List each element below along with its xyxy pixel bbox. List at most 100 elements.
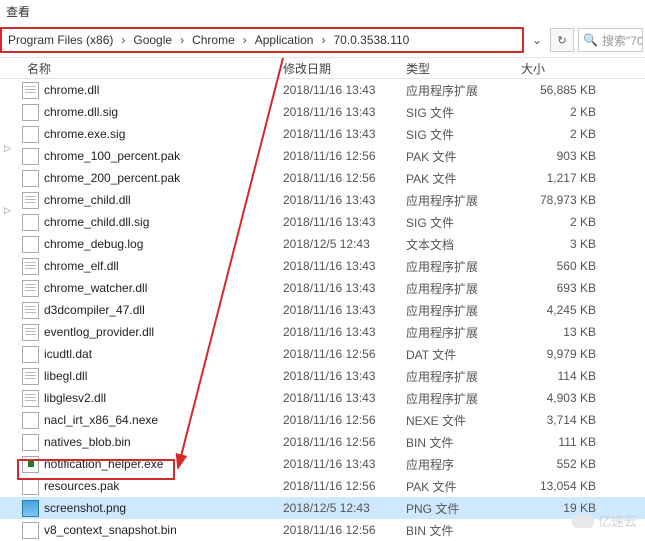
- file-icon: [22, 214, 39, 231]
- file-size: 4,903 KB: [521, 391, 596, 405]
- nexe-icon: [22, 412, 39, 429]
- search-icon: 🔍: [583, 33, 598, 47]
- file-type: BIN 文件: [406, 434, 521, 451]
- file-date: 2018/11/16 13:43: [283, 105, 406, 119]
- chevron-right-icon: ›: [119, 33, 127, 47]
- chevron-right-icon: ›: [319, 33, 327, 47]
- breadcrumb-item[interactable]: 70.0.3538.110: [327, 33, 415, 47]
- file-icon: [22, 170, 39, 187]
- breadcrumb-item[interactable]: Google: [127, 33, 178, 47]
- file-size: 903 KB: [521, 149, 596, 163]
- file-size: 693 KB: [521, 281, 596, 295]
- column-date[interactable]: 修改日期: [283, 60, 406, 77]
- file-list: ▷ ▷ chrome.dll2018/11/16 13:43应用程序扩展56,8…: [0, 79, 645, 541]
- file-row[interactable]: v8_context_snapshot.bin2018/11/16 12:56B…: [0, 519, 645, 541]
- chevron-right-icon: ›: [241, 33, 249, 47]
- column-type[interactable]: 类型: [406, 60, 521, 77]
- file-row[interactable]: screenshot.png2018/12/5 12:43PNG 文件19 KB: [0, 497, 645, 519]
- file-date: 2018/12/5 12:43: [283, 501, 406, 515]
- dll-icon: [22, 324, 39, 341]
- file-size: 3 KB: [521, 237, 596, 251]
- file-row[interactable]: chrome_100_percent.pak2018/11/16 12:56PA…: [0, 145, 645, 167]
- refresh-button[interactable]: ↻: [550, 28, 574, 52]
- dll-icon: [22, 82, 39, 99]
- file-type: SIG 文件: [406, 126, 521, 143]
- file-row[interactable]: chrome_child.dll.sig2018/11/16 13:43SIG …: [0, 211, 645, 233]
- file-row[interactable]: icudtl.dat2018/11/16 12:56DAT 文件9,979 KB: [0, 343, 645, 365]
- file-row[interactable]: chrome.dll.sig2018/11/16 13:43SIG 文件2 KB: [0, 101, 645, 123]
- chevron-right-icon: ›: [178, 33, 186, 47]
- file-date: 2018/11/16 12:56: [283, 413, 406, 427]
- breadcrumb-item[interactable]: Chrome: [186, 33, 241, 47]
- file-date: 2018/11/16 13:43: [283, 127, 406, 141]
- file-row[interactable]: eventlog_provider.dll2018/11/16 13:43应用程…: [0, 321, 645, 343]
- file-row[interactable]: notification_helper.exe2018/11/16 13:43应…: [0, 453, 645, 475]
- file-row[interactable]: chrome_watcher.dll2018/11/16 13:43应用程序扩展…: [0, 277, 645, 299]
- address-bar-row: Program Files (x86)›Google›Chrome›Applic…: [0, 23, 645, 57]
- file-date: 2018/11/16 12:56: [283, 149, 406, 163]
- file-date: 2018/11/16 12:56: [283, 347, 406, 361]
- file-type: 应用程序扩展: [406, 390, 521, 407]
- file-date: 2018/11/16 13:43: [283, 369, 406, 383]
- file-name: libglesv2.dll: [44, 391, 283, 405]
- file-size: 552 KB: [521, 457, 596, 471]
- dll-icon: [22, 280, 39, 297]
- file-icon: [22, 126, 39, 143]
- file-row[interactable]: nacl_irt_x86_64.nexe2018/11/16 12:56NEXE…: [0, 409, 645, 431]
- tree-expander-icon[interactable]: ▷: [4, 205, 11, 216]
- file-date: 2018/11/16 13:43: [283, 83, 406, 97]
- breadcrumb[interactable]: Program Files (x86)›Google›Chrome›Applic…: [0, 27, 524, 53]
- file-row[interactable]: libglesv2.dll2018/11/16 13:43应用程序扩展4,903…: [0, 387, 645, 409]
- file-type: PAK 文件: [406, 148, 521, 165]
- file-size: 13,054 KB: [521, 479, 596, 493]
- file-row[interactable]: chrome_200_percent.pak2018/11/16 12:56PA…: [0, 167, 645, 189]
- file-row[interactable]: chrome_child.dll2018/11/16 13:43应用程序扩展78…: [0, 189, 645, 211]
- file-type: 应用程序扩展: [406, 368, 521, 385]
- file-row[interactable]: chrome_debug.log2018/12/5 12:43文本文档3 KB: [0, 233, 645, 255]
- tree-gutter: ▷ ▷: [0, 139, 17, 541]
- png-icon: [22, 500, 39, 517]
- file-type: 文本文档: [406, 236, 521, 253]
- file-size: 13 KB: [521, 325, 596, 339]
- file-icon: [22, 346, 39, 363]
- file-row[interactable]: libegl.dll2018/11/16 13:43应用程序扩展114 KB: [0, 365, 645, 387]
- breadcrumb-item[interactable]: Program Files (x86): [2, 33, 119, 47]
- file-date: 2018/11/16 13:43: [283, 281, 406, 295]
- file-size: 2 KB: [521, 127, 596, 141]
- file-size: 78,973 KB: [521, 193, 596, 207]
- file-name: eventlog_provider.dll: [44, 325, 283, 339]
- file-row[interactable]: natives_blob.bin2018/11/16 12:56BIN 文件11…: [0, 431, 645, 453]
- file-type: 应用程序扩展: [406, 192, 521, 209]
- menu-view[interactable]: 查看: [6, 5, 30, 19]
- file-date: 2018/11/16 12:56: [283, 479, 406, 493]
- column-size[interactable]: 大小: [521, 60, 611, 77]
- file-row[interactable]: chrome.exe.sig2018/11/16 13:43SIG 文件2 KB: [0, 123, 645, 145]
- breadcrumb-item[interactable]: Application: [249, 33, 320, 47]
- file-row[interactable]: chrome_elf.dll2018/11/16 13:43应用程序扩展560 …: [0, 255, 645, 277]
- file-name: chrome_child.dll: [44, 193, 283, 207]
- file-name: chrome_child.dll.sig: [44, 215, 283, 229]
- file-icon: [22, 434, 39, 451]
- file-size: 4,245 KB: [521, 303, 596, 317]
- file-name: natives_blob.bin: [44, 435, 283, 449]
- file-name: d3dcompiler_47.dll: [44, 303, 283, 317]
- file-date: 2018/11/16 13:43: [283, 193, 406, 207]
- file-row[interactable]: d3dcompiler_47.dll2018/11/16 13:43应用程序扩展…: [0, 299, 645, 321]
- file-type: SIG 文件: [406, 104, 521, 121]
- file-name: chrome.dll.sig: [44, 105, 283, 119]
- file-date: 2018/11/16 13:43: [283, 457, 406, 471]
- search-input[interactable]: 🔍 搜索"70.0...: [578, 28, 643, 52]
- tree-expander-icon[interactable]: ▷: [4, 143, 11, 154]
- file-row[interactable]: resources.pak2018/11/16 12:56PAK 文件13,05…: [0, 475, 645, 497]
- file-date: 2018/11/16 12:56: [283, 523, 406, 537]
- file-type: PAK 文件: [406, 478, 521, 495]
- file-type: 应用程序扩展: [406, 302, 521, 319]
- file-type: 应用程序: [406, 456, 521, 473]
- file-type: SIG 文件: [406, 214, 521, 231]
- file-name: v8_context_snapshot.bin: [44, 523, 283, 537]
- address-dropdown-icon[interactable]: ⌄: [528, 33, 546, 47]
- column-name[interactable]: 名称: [0, 60, 283, 77]
- file-name: resources.pak: [44, 479, 283, 493]
- file-row[interactable]: chrome.dll2018/11/16 13:43应用程序扩展56,885 K…: [0, 79, 645, 101]
- file-name: chrome_debug.log: [44, 237, 283, 251]
